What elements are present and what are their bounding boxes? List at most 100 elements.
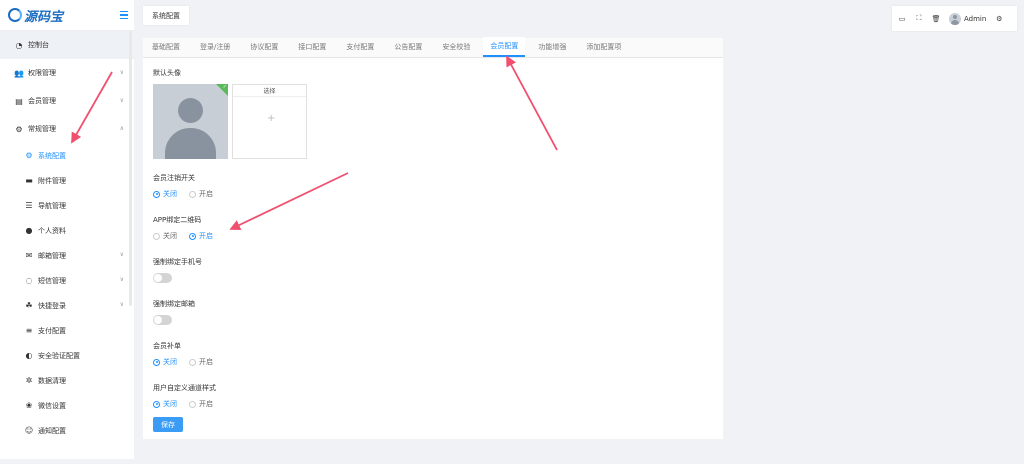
handshake-icon: ☘ <box>25 301 33 310</box>
sidebar-subitem-quick-login[interactable]: ☘ 快捷登录 ∨ <box>0 293 134 318</box>
sidebar-item-general[interactable]: ⚙ 常规管理 ∧ <box>0 115 134 143</box>
sidebar: 源码宝 ◔ 控制台 👥 权限管理 ∨ ▤ 会员管理 ∨ ⚙ 常规管理 ∧ ⚙ 系… <box>0 0 134 459</box>
cancel-off-radio[interactable]: 关闭 <box>153 189 177 199</box>
sliders-icon: ≡ <box>25 326 33 335</box>
radio-label: 关闭 <box>163 358 177 366</box>
user-menu[interactable]: Admin <box>949 12 986 25</box>
sidebar-subitem-label: 系统配置 <box>38 151 66 160</box>
plus-icon: + <box>267 113 276 124</box>
upload-select-label: 选择 <box>233 85 306 97</box>
refill-off-radio[interactable]: 关闭 <box>153 357 177 367</box>
avatar <box>949 12 961 25</box>
email-bind-switch[interactable] <box>153 315 172 325</box>
qr-bind-label: APP绑定二维码 <box>153 216 202 224</box>
refill-on-radio[interactable]: 开启 <box>189 357 213 367</box>
shield-icon: ◐ <box>25 351 33 360</box>
tab-member[interactable]: 会员配置 <box>483 37 526 57</box>
sidebar-item-members[interactable]: ▤ 会员管理 ∨ <box>0 87 134 115</box>
config-tabs: 基础配置 登录/注册 协议配置 接口配置 支付配置 公告配置 安全校验 会员配置… <box>143 37 723 58</box>
channel-off-radio[interactable]: 关闭 <box>153 399 177 409</box>
tab-security[interactable]: 安全校验 <box>435 37 477 57</box>
sidebar-scrollbar[interactable] <box>129 31 132 306</box>
refill-label: 会员补单 <box>153 342 181 350</box>
sidebar-subitem-label: 数据清理 <box>38 376 66 385</box>
tab-enhancement[interactable]: 功能增强 <box>531 37 573 57</box>
chevron-down-icon: ∨ <box>119 97 124 104</box>
refill-radio-group: 关闭 开启 <box>153 357 713 367</box>
sidebar-subitem-label: 邮箱管理 <box>38 251 66 260</box>
radio-label: 开启 <box>199 358 213 366</box>
email-bind-label: 强制绑定邮箱 <box>153 300 195 308</box>
radio-label: 开启 <box>199 232 213 240</box>
user-icon: ● <box>25 226 33 235</box>
dashboard-icon: ◔ <box>15 40 23 50</box>
folder-icon: ▬ <box>25 176 33 185</box>
avatar-upload-box[interactable]: 选择 + <box>232 84 307 159</box>
tab-agreement[interactable]: 协议配置 <box>243 37 285 57</box>
sidebar-subitem-notifications[interactable]: ☺ 通知配置 <box>0 418 134 443</box>
qr-on-radio[interactable]: 开启 <box>189 231 213 241</box>
chat-icon: ◌ <box>25 276 33 285</box>
wechat-icon: ❀ <box>25 401 33 410</box>
sidebar-subitem-security[interactable]: ◐ 安全验证配置 <box>0 343 134 368</box>
envelope-icon: ✉ <box>25 251 33 260</box>
sidebar-subitem-label: 安全验证配置 <box>38 351 80 360</box>
monitor-icon[interactable]: ▭ <box>898 15 906 23</box>
sidebar-subitem-payment[interactable]: ≡ 支付配置 <box>0 318 134 343</box>
sidebar-subitem-label: 导航管理 <box>38 201 66 210</box>
logo-bar: 源码宝 <box>0 0 134 31</box>
tab-api[interactable]: 接口配置 <box>291 37 333 57</box>
logo-icon <box>8 8 22 22</box>
sidebar-subitem-label: 微信设置 <box>38 401 66 410</box>
sidebar-subitem-label: 通知配置 <box>38 426 66 435</box>
channel-style-label: 用户自定义通道样式 <box>153 384 216 392</box>
chevron-down-icon: ∨ <box>119 69 124 76</box>
sidebar-subitem-sms[interactable]: ◌ 短信管理 ∨ <box>0 268 134 293</box>
qr-radio-group: 关闭 开启 <box>153 231 713 241</box>
sidebar-subitem-data-cleanup[interactable]: ✲ 数据清理 <box>0 368 134 393</box>
gear-icon[interactable]: ⚙ <box>995 15 1003 23</box>
qr-off-radio[interactable]: 关闭 <box>153 231 177 241</box>
page-tab-system-config[interactable]: 系统配置 <box>143 6 189 25</box>
radio-label: 关闭 <box>163 400 177 408</box>
sidebar-subitem-label: 个人资料 <box>38 226 66 235</box>
phone-bind-switch[interactable] <box>153 273 172 283</box>
chevron-down-icon: ∨ <box>119 251 124 258</box>
check-icon: ✓ <box>222 84 227 90</box>
sidebar-item-label: 会员管理 <box>28 97 56 105</box>
tab-basic[interactable]: 基础配置 <box>145 37 187 57</box>
default-avatar-image[interactable]: ✓ <box>153 84 228 159</box>
cog-icon: ✲ <box>25 376 33 385</box>
page-tab-label: 系统配置 <box>152 11 180 20</box>
logo-text: 源码宝 <box>24 9 64 25</box>
smile-icon: ☺ <box>24 426 34 435</box>
member-config-form: 默认头像 ✓ 选择 + 会员注销开关 关闭 开启 APP绑定二维码 关闭 开启 … <box>143 58 723 442</box>
tab-login-register[interactable]: 登录/注册 <box>193 37 237 57</box>
sidebar-subitem-system-config[interactable]: ⚙ 系统配置 <box>0 143 134 168</box>
top-toolbar: ▭ ⛶ 🗑 Admin ⚙ <box>892 6 1017 31</box>
tab-add-config[interactable]: 添加配置项 <box>579 37 628 57</box>
save-button[interactable]: 保存 <box>153 417 183 432</box>
fullscreen-icon[interactable]: ⛶ <box>915 14 923 23</box>
sidebar-subitem-label: 快捷登录 <box>38 301 66 310</box>
sidebar-subitem-profile[interactable]: ● 个人资料 <box>0 218 134 243</box>
sidebar-item-permissions[interactable]: 👥 权限管理 ∨ <box>0 59 134 87</box>
logo: 源码宝 <box>8 6 63 25</box>
cancel-on-radio[interactable]: 开启 <box>189 189 213 199</box>
sidebar-subitem-email[interactable]: ✉ 邮箱管理 ∨ <box>0 243 134 268</box>
tab-announcement[interactable]: 公告配置 <box>387 37 429 57</box>
trash-icon[interactable]: 🗑 <box>932 15 941 23</box>
channel-on-radio[interactable]: 开启 <box>189 399 213 409</box>
tab-payment[interactable]: 支付配置 <box>339 37 381 57</box>
phone-bind-label: 强制绑定手机号 <box>153 258 202 266</box>
sidebar-subitem-attachments[interactable]: ▬ 附件管理 <box>0 168 134 193</box>
id-card-icon: ▤ <box>15 96 23 106</box>
sidebar-subitem-wechat[interactable]: ❀ 微信设置 <box>0 393 134 418</box>
sidebar-item-dashboard[interactable]: ◔ 控制台 <box>0 31 134 59</box>
menu-collapse-icon[interactable] <box>120 11 128 19</box>
sidebar-subitem-navigation[interactable]: ☰ 导航管理 <box>0 193 134 218</box>
sidebar-menu: ◔ 控制台 👥 权限管理 ∨ ▤ 会员管理 ∨ ⚙ 常规管理 ∧ ⚙ 系统配置 … <box>0 31 134 443</box>
sidebar-subitem-label: 附件管理 <box>38 176 66 185</box>
sidebar-subitem-label: 短信管理 <box>38 276 66 285</box>
users-icon: 👥 <box>14 68 24 78</box>
